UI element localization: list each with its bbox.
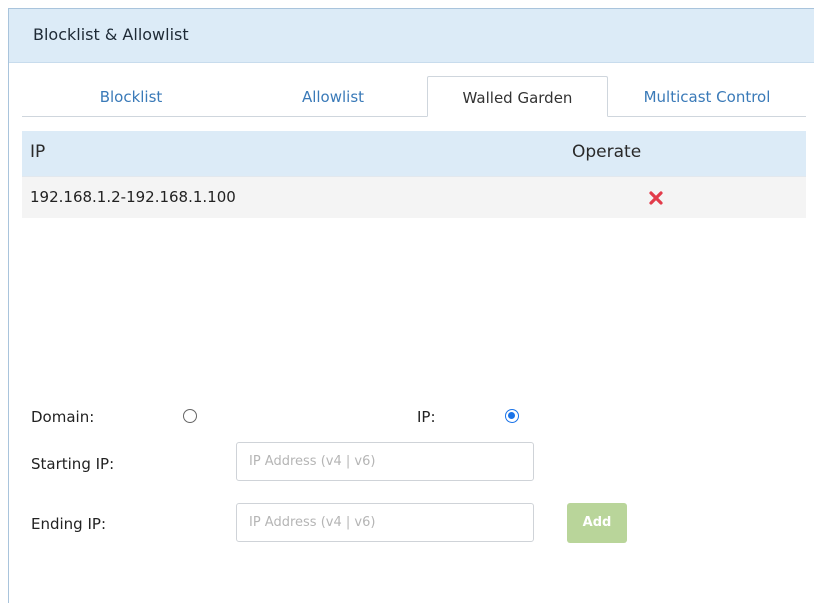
ip-radio[interactable] bbox=[505, 409, 519, 423]
tab-multicast-control[interactable]: Multicast Control bbox=[608, 76, 806, 117]
tab-walled-garden[interactable]: Walled Garden bbox=[427, 76, 608, 117]
ending-ip-input[interactable] bbox=[236, 503, 534, 542]
starting-ip-input[interactable] bbox=[236, 442, 534, 481]
add-button[interactable]: Add bbox=[567, 503, 627, 543]
tab-bar: Blocklist Allowlist Walled Garden Multic… bbox=[22, 76, 806, 117]
domain-radio[interactable] bbox=[183, 409, 197, 423]
table-row: 192.168.1.2-192.168.1.100 bbox=[22, 176, 806, 218]
ip-range-cell: 192.168.1.2-192.168.1.100 bbox=[30, 188, 236, 206]
ip-type-label: IP: bbox=[417, 408, 436, 426]
domain-label: Domain: bbox=[31, 408, 95, 426]
ending-ip-label: Ending IP: bbox=[31, 515, 106, 533]
panel-title: Blocklist & Allowlist bbox=[9, 9, 814, 63]
table-header: IP Operate bbox=[22, 131, 806, 176]
tab-allowlist[interactable]: Allowlist bbox=[240, 76, 426, 117]
tab-blocklist[interactable]: Blocklist bbox=[22, 76, 240, 117]
column-header-operate: Operate bbox=[572, 142, 642, 162]
walled-garden-table: IP Operate 192.168.1.2-192.168.1.100 bbox=[22, 131, 806, 218]
delete-icon[interactable] bbox=[646, 188, 666, 208]
column-header-ip: IP bbox=[30, 142, 46, 162]
starting-ip-label: Starting IP: bbox=[31, 455, 115, 473]
